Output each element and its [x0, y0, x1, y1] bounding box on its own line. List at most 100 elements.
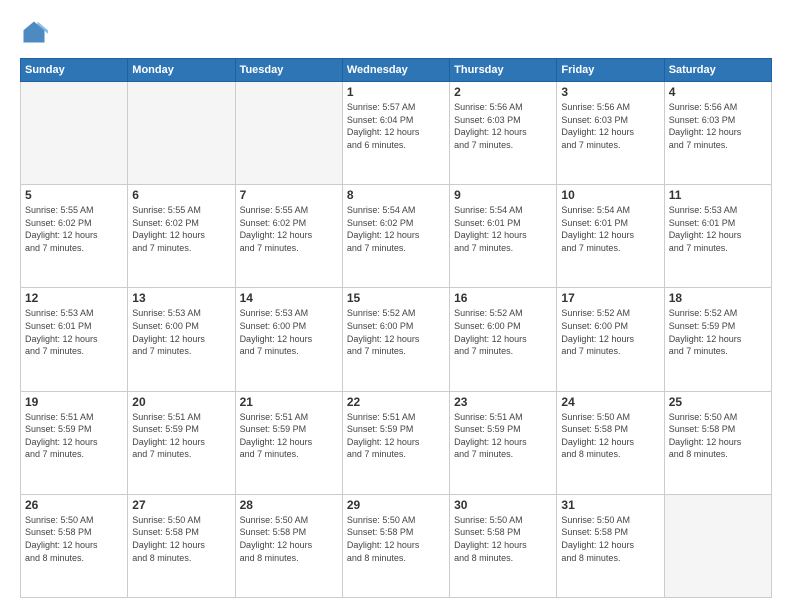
calendar-header-monday: Monday: [128, 59, 235, 82]
calendar-cell: 24 Sunrise: 5:50 AMSunset: 5:58 PMDayligh…: [557, 391, 664, 494]
calendar-cell: 25 Sunrise: 5:50 AMSunset: 5:58 PMDayligh…: [664, 391, 771, 494]
day-info: Sunrise: 5:56 AMSunset: 6:03 PMDaylight:…: [454, 101, 552, 151]
calendar-cell: 21 Sunrise: 5:51 AMSunset: 5:59 PMDayligh…: [235, 391, 342, 494]
calendar-cell: 4 Sunrise: 5:56 AMSunset: 6:03 PMDaylight…: [664, 82, 771, 185]
calendar-cell: 10Sunrise: 5:54 AMSunset: 6:01 PMDayligh…: [557, 185, 664, 288]
day-info: Sunrise: 5:50 AMSunset: 5:58 PMDaylight:…: [25, 514, 123, 564]
day-info: Sunrise: 5:55 AMSunset: 6:02 PMDaylight:…: [25, 204, 123, 254]
day-info: Sunrise: 5:51 AMSunset: 5:59 PMDaylight:…: [454, 411, 552, 461]
day-number: 2: [454, 85, 552, 99]
day-info: Sunrise: 5:53 AMSunset: 6:01 PMDaylight:…: [669, 204, 767, 254]
logo-icon: [20, 18, 48, 46]
calendar-week-2: 5 Sunrise: 5:55 AMSunset: 6:02 PMDaylight…: [21, 185, 772, 288]
day-info: Sunrise: 5:50 AMSunset: 5:58 PMDaylight:…: [132, 514, 230, 564]
calendar-header-tuesday: Tuesday: [235, 59, 342, 82]
calendar-cell: 18 Sunrise: 5:52 AMSunset: 5:59 PMDayligh…: [664, 288, 771, 391]
calendar-cell: 13 Sunrise: 5:53 AMSunset: 6:00 PMDayligh…: [128, 288, 235, 391]
day-info: Sunrise: 5:53 AMSunset: 6:01 PMDaylight:…: [25, 307, 123, 357]
calendar-cell: 30 Sunrise: 5:50 AMSunset: 5:58 PMDayligh…: [450, 494, 557, 597]
calendar-cell: 29 Sunrise: 5:50 AMSunset: 5:58 PMDayligh…: [342, 494, 449, 597]
calendar-cell: 3 Sunrise: 5:56 AMSunset: 6:03 PMDaylight…: [557, 82, 664, 185]
day-info: Sunrise: 5:51 AMSunset: 5:59 PMDaylight:…: [25, 411, 123, 461]
day-number: 30: [454, 498, 552, 512]
day-info: Sunrise: 5:55 AMSunset: 6:02 PMDaylight:…: [132, 204, 230, 254]
day-number: 18: [669, 291, 767, 305]
calendar-header-saturday: Saturday: [664, 59, 771, 82]
day-info: Sunrise: 5:54 AMSunset: 6:02 PMDaylight:…: [347, 204, 445, 254]
calendar-week-1: 1 Sunrise: 5:57 AMSunset: 6:04 PMDaylight…: [21, 82, 772, 185]
calendar-header-friday: Friday: [557, 59, 664, 82]
day-info: Sunrise: 5:56 AMSunset: 6:03 PMDaylight:…: [669, 101, 767, 151]
calendar-week-5: 26Sunrise: 5:50 AMSunset: 5:58 PMDayligh…: [21, 494, 772, 597]
day-number: 25: [669, 395, 767, 409]
day-number: 16: [454, 291, 552, 305]
day-number: 6: [132, 188, 230, 202]
day-info: Sunrise: 5:50 AMSunset: 5:58 PMDaylight:…: [454, 514, 552, 564]
day-number: 5: [25, 188, 123, 202]
calendar-header-thursday: Thursday: [450, 59, 557, 82]
day-number: 22: [347, 395, 445, 409]
day-info: Sunrise: 5:55 AMSunset: 6:02 PMDaylight:…: [240, 204, 338, 254]
calendar-cell: 26Sunrise: 5:50 AMSunset: 5:58 PMDayligh…: [21, 494, 128, 597]
page: SundayMondayTuesdayWednesdayThursdayFrid…: [0, 0, 792, 612]
logo: [20, 18, 52, 46]
calendar-cell: 2 Sunrise: 5:56 AMSunset: 6:03 PMDaylight…: [450, 82, 557, 185]
day-number: 1: [347, 85, 445, 99]
calendar-cell: 27 Sunrise: 5:50 AMSunset: 5:58 PMDayligh…: [128, 494, 235, 597]
calendar-cell: 31Sunrise: 5:50 AMSunset: 5:58 PMDayligh…: [557, 494, 664, 597]
calendar-cell: 16 Sunrise: 5:52 AMSunset: 6:00 PMDayligh…: [450, 288, 557, 391]
calendar-cell: 9 Sunrise: 5:54 AMSunset: 6:01 PMDaylight…: [450, 185, 557, 288]
day-info: Sunrise: 5:56 AMSunset: 6:03 PMDaylight:…: [561, 101, 659, 151]
day-info: Sunrise: 5:52 AMSunset: 5:59 PMDaylight:…: [669, 307, 767, 357]
day-number: 9: [454, 188, 552, 202]
day-number: 15: [347, 291, 445, 305]
day-info: Sunrise: 5:53 AMSunset: 6:00 PMDaylight:…: [132, 307, 230, 357]
calendar-cell: [235, 82, 342, 185]
day-number: 14: [240, 291, 338, 305]
day-number: 10: [561, 188, 659, 202]
calendar-cell: 19Sunrise: 5:51 AMSunset: 5:59 PMDayligh…: [21, 391, 128, 494]
day-info: Sunrise: 5:52 AMSunset: 6:00 PMDaylight:…: [454, 307, 552, 357]
calendar-cell: 6 Sunrise: 5:55 AMSunset: 6:02 PMDaylight…: [128, 185, 235, 288]
calendar-week-3: 12 Sunrise: 5:53 AMSunset: 6:01 PMDayligh…: [21, 288, 772, 391]
calendar-cell: 17 Sunrise: 5:52 AMSunset: 6:00 PMDayligh…: [557, 288, 664, 391]
calendar-table: SundayMondayTuesdayWednesdayThursdayFrid…: [20, 58, 772, 598]
calendar-header-wednesday: Wednesday: [342, 59, 449, 82]
day-info: Sunrise: 5:50 AMSunset: 5:58 PMDaylight:…: [347, 514, 445, 564]
calendar-cell: 23Sunrise: 5:51 AMSunset: 5:59 PMDayligh…: [450, 391, 557, 494]
day-info: Sunrise: 5:53 AMSunset: 6:00 PMDaylight:…: [240, 307, 338, 357]
day-info: Sunrise: 5:50 AMSunset: 5:58 PMDaylight:…: [669, 411, 767, 461]
day-info: Sunrise: 5:52 AMSunset: 6:00 PMDaylight:…: [561, 307, 659, 357]
day-info: Sunrise: 5:51 AMSunset: 5:59 PMDaylight:…: [240, 411, 338, 461]
calendar-cell: 11Sunrise: 5:53 AMSunset: 6:01 PMDayligh…: [664, 185, 771, 288]
day-number: 4: [669, 85, 767, 99]
day-info: Sunrise: 5:57 AMSunset: 6:04 PMDaylight:…: [347, 101, 445, 151]
day-number: 28: [240, 498, 338, 512]
day-info: Sunrise: 5:50 AMSunset: 5:58 PMDaylight:…: [561, 411, 659, 461]
day-info: Sunrise: 5:50 AMSunset: 5:58 PMDaylight:…: [561, 514, 659, 564]
day-number: 27: [132, 498, 230, 512]
day-number: 21: [240, 395, 338, 409]
day-number: 8: [347, 188, 445, 202]
day-info: Sunrise: 5:50 AMSunset: 5:58 PMDaylight:…: [240, 514, 338, 564]
calendar-cell: 15Sunrise: 5:52 AMSunset: 6:00 PMDayligh…: [342, 288, 449, 391]
calendar-cell: 5 Sunrise: 5:55 AMSunset: 6:02 PMDaylight…: [21, 185, 128, 288]
calendar-cell: [21, 82, 128, 185]
calendar-cell: [128, 82, 235, 185]
calendar-cell: 12 Sunrise: 5:53 AMSunset: 6:01 PMDayligh…: [21, 288, 128, 391]
day-number: 29: [347, 498, 445, 512]
day-number: 24: [561, 395, 659, 409]
calendar-cell: 22Sunrise: 5:51 AMSunset: 5:59 PMDayligh…: [342, 391, 449, 494]
calendar-header-sunday: Sunday: [21, 59, 128, 82]
day-number: 12: [25, 291, 123, 305]
day-number: 13: [132, 291, 230, 305]
calendar-cell: 1 Sunrise: 5:57 AMSunset: 6:04 PMDaylight…: [342, 82, 449, 185]
calendar-cell: [664, 494, 771, 597]
calendar-cell: 20Sunrise: 5:51 AMSunset: 5:59 PMDayligh…: [128, 391, 235, 494]
day-number: 17: [561, 291, 659, 305]
day-number: 3: [561, 85, 659, 99]
header: [20, 18, 772, 46]
day-info: Sunrise: 5:54 AMSunset: 6:01 PMDaylight:…: [454, 204, 552, 254]
calendar-week-4: 19Sunrise: 5:51 AMSunset: 5:59 PMDayligh…: [21, 391, 772, 494]
calendar-cell: 8 Sunrise: 5:54 AMSunset: 6:02 PMDaylight…: [342, 185, 449, 288]
